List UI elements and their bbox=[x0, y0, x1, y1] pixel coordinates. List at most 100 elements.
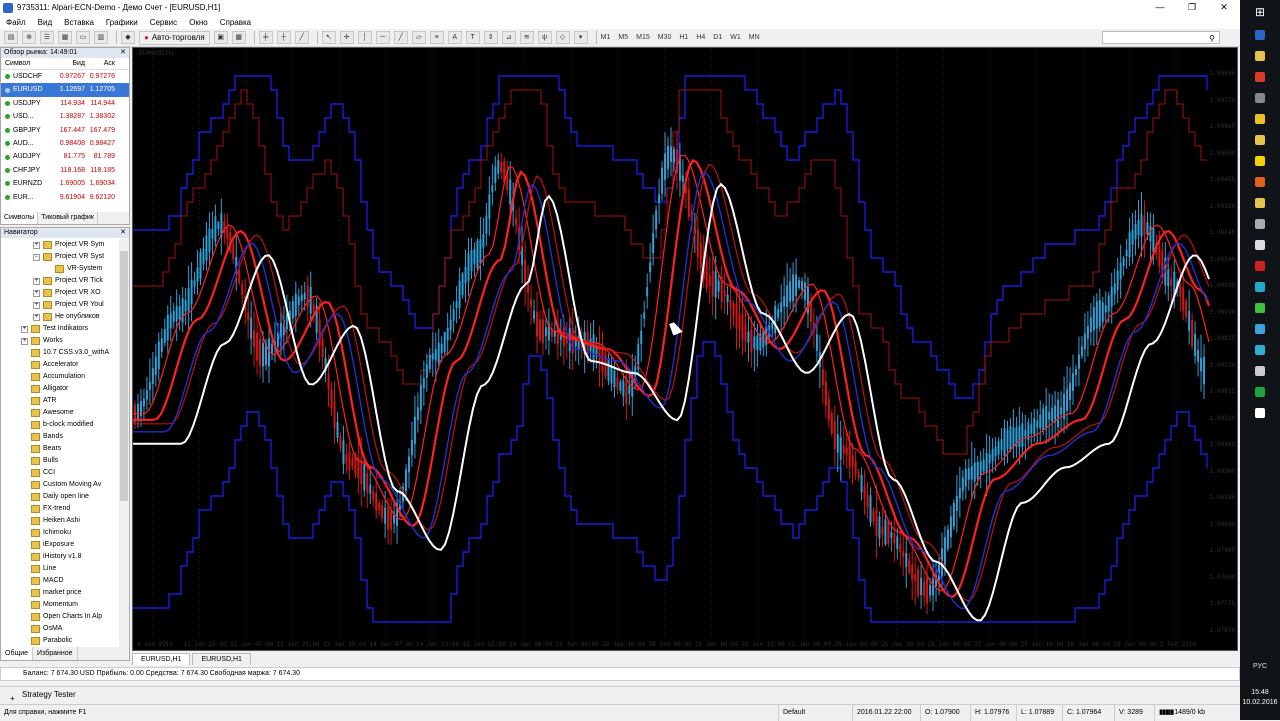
menu-item-5[interactable]: Окно bbox=[189, 18, 208, 27]
navigator-item[interactable]: ATR bbox=[1, 395, 119, 407]
navigator-item[interactable]: Momentum bbox=[1, 599, 119, 611]
taskbar-app-icon[interactable] bbox=[1240, 171, 1280, 192]
fibo-icon[interactable]: ≡ bbox=[429, 31, 444, 44]
chart-tab-eurusd-2[interactable]: EURUSD,H1 bbox=[192, 653, 251, 665]
expand-icon[interactable]: + bbox=[33, 313, 40, 321]
navigator-item[interactable]: − Project VR Syst bbox=[1, 251, 119, 263]
taskbar-app-icon[interactable] bbox=[1240, 108, 1280, 129]
minimize-button[interactable]: — bbox=[1144, 0, 1176, 15]
navigator-item[interactable]: + Не опубликов bbox=[1, 311, 119, 323]
taskbar-app-icon[interactable] bbox=[1240, 24, 1280, 45]
col-symbol[interactable]: Символ bbox=[1, 58, 53, 69]
close-button[interactable]: ✕ bbox=[1208, 0, 1240, 15]
market-watch-row[interactable]: CHFJPY 118.168 118.185 bbox=[1, 164, 129, 177]
taskbar-app-icon[interactable] bbox=[1240, 234, 1280, 255]
market-watch-row[interactable]: AUD... 0.98408 0.98427 bbox=[1, 137, 129, 150]
market-watch-row[interactable]: EURNZD 1.69005 1.69034 bbox=[1, 177, 129, 190]
expand-icon[interactable]: + bbox=[33, 241, 40, 249]
menu-item-0[interactable]: Файл bbox=[6, 18, 26, 27]
maximize-button[interactable]: ❐ bbox=[1176, 0, 1208, 15]
tester-icon[interactable]: ▥ bbox=[94, 31, 108, 44]
market-watch-row[interactable]: USDCHF 0.97267 0.97276 bbox=[1, 70, 129, 83]
navigator-item[interactable]: Heiken Ashi bbox=[1, 515, 119, 527]
navigator-item[interactable]: Bears bbox=[1, 443, 119, 455]
navigator-item[interactable]: 10.7 CSS.v3.0_withA bbox=[1, 347, 119, 359]
candle-chart-icon[interactable]: ┼ bbox=[276, 31, 291, 44]
taskbar-app-icon[interactable] bbox=[1240, 318, 1280, 339]
navigator-item[interactable]: Custom Moving Av bbox=[1, 479, 119, 491]
input-language[interactable]: РУС bbox=[1240, 663, 1280, 670]
navigator-item[interactable]: + Works bbox=[1, 335, 119, 347]
navigator-item[interactable]: + Project VR XO bbox=[1, 287, 119, 299]
taskbar-app-icon[interactable] bbox=[1240, 255, 1280, 276]
taskbar-app-icon[interactable] bbox=[1240, 87, 1280, 108]
navigator-item[interactable]: Parabolic bbox=[1, 635, 119, 647]
navigator-item[interactable]: Accumulation bbox=[1, 371, 119, 383]
channel-icon[interactable]: ▱ bbox=[411, 31, 426, 44]
expand-icon[interactable]: + bbox=[21, 337, 28, 345]
navigator-scrollbar[interactable] bbox=[119, 239, 129, 647]
navigator-item[interactable]: OsMA bbox=[1, 623, 119, 635]
navigator-item[interactable]: VR-System bbox=[1, 263, 119, 275]
taskbar-app-icon[interactable] bbox=[1240, 297, 1280, 318]
navigator-item[interactable]: Ichimoku bbox=[1, 527, 119, 539]
tab-common[interactable]: Общие bbox=[1, 647, 34, 660]
timeframe-d1[interactable]: D1 bbox=[713, 34, 722, 41]
trendline-icon[interactable]: ╱ bbox=[393, 31, 408, 44]
system-clock[interactable]: 15:48 10.02.2016 bbox=[1240, 688, 1280, 708]
expand-icon[interactable]: + bbox=[33, 301, 40, 309]
chart-canvas[interactable] bbox=[133, 48, 1211, 638]
new-order-icon[interactable]: ▣ bbox=[213, 31, 228, 44]
timeframe-m30[interactable]: M30 bbox=[658, 34, 672, 41]
timeframe-h1[interactable]: H1 bbox=[679, 34, 688, 41]
collapse-icon[interactable]: − bbox=[33, 253, 40, 261]
timeframe-mn[interactable]: MN bbox=[749, 34, 760, 41]
taskbar-app-icon[interactable] bbox=[1240, 129, 1280, 150]
navigator-item[interactable]: MACD bbox=[1, 575, 119, 587]
navigator-item[interactable]: iExposure bbox=[1, 539, 119, 551]
shapes-icon[interactable]: ◇ bbox=[555, 31, 570, 44]
navigator-item[interactable]: Bulls bbox=[1, 455, 119, 467]
taskbar-app-icon[interactable] bbox=[1240, 360, 1280, 381]
navigator-item[interactable]: iHistory v1.8 bbox=[1, 551, 119, 563]
autotrading-button[interactable]: ● Авто-торговля bbox=[139, 30, 210, 45]
bar-chart-icon[interactable]: ╪ bbox=[258, 31, 273, 44]
price-chart[interactable]: EURUSD,H1 1.09885 1.09770 1.09665 1.09560 1.… bbox=[132, 47, 1238, 651]
taskbar-app-icon[interactable] bbox=[1240, 381, 1280, 402]
strategy-tester-bar[interactable]: + Strategy Tester bbox=[0, 686, 1240, 703]
windows-start-icon[interactable]: ⊞ bbox=[1240, 0, 1280, 24]
navigator-item[interactable]: FX-trend bbox=[1, 503, 119, 515]
navigator-item[interactable]: + Project VR Youl bbox=[1, 299, 119, 311]
navigator-item[interactable]: Alligator bbox=[1, 383, 119, 395]
market-watch-icon[interactable]: ☰ bbox=[40, 31, 54, 44]
expand-icon[interactable]: + bbox=[21, 325, 28, 333]
taskbar-app-icon[interactable] bbox=[1240, 402, 1280, 423]
arrows-icon[interactable]: ⇕ bbox=[483, 31, 498, 44]
chart-tab-eurusd[interactable]: EURUSD,H1 bbox=[132, 653, 191, 665]
close-icon[interactable]: ✕ bbox=[120, 228, 126, 238]
profiles-icon[interactable]: ⊕ bbox=[22, 31, 36, 44]
col-ask[interactable]: Аск bbox=[85, 58, 115, 69]
market-watch-row[interactable]: USD... 1.38287 1.38302 bbox=[1, 110, 129, 123]
navigator-item[interactable]: CCI bbox=[1, 467, 119, 479]
taskbar-app-icon[interactable] bbox=[1240, 339, 1280, 360]
expand-icon[interactable]: + bbox=[33, 277, 40, 285]
timeframe-w1[interactable]: W1 bbox=[730, 34, 741, 41]
line-chart-icon[interactable]: ╱ bbox=[294, 31, 309, 44]
search-input[interactable]: ⚲ bbox=[1102, 31, 1220, 44]
vertical-line-icon[interactable]: │ bbox=[357, 31, 372, 44]
tab-symbols[interactable]: Символы bbox=[1, 212, 39, 224]
market-watch-row[interactable]: GBPJPY 167.447 167.479 bbox=[1, 124, 129, 137]
navigator-item[interactable]: Open Charts In Alp bbox=[1, 611, 119, 623]
menu-item-2[interactable]: Вставка bbox=[64, 18, 94, 27]
menu-item-3[interactable]: Графики bbox=[106, 18, 138, 27]
chart-grid-icon[interactable]: ▦ bbox=[231, 31, 246, 44]
navigator-item[interactable]: + Project VR Tick bbox=[1, 275, 119, 287]
elliott-icon[interactable]: ≋ bbox=[519, 31, 534, 44]
timeframe-m15[interactable]: M15 bbox=[636, 34, 650, 41]
market-watch-row[interactable]: USDJPY 114.934 114.944 bbox=[1, 97, 129, 110]
status-profile[interactable]: Default bbox=[778, 705, 852, 721]
meta-editor-icon[interactable]: ◆ bbox=[121, 31, 135, 44]
navigator-item[interactable]: + Project VR Sym bbox=[1, 239, 119, 251]
market-watch-row[interactable]: EURUSD 1.12697 1.12705 bbox=[1, 83, 129, 97]
